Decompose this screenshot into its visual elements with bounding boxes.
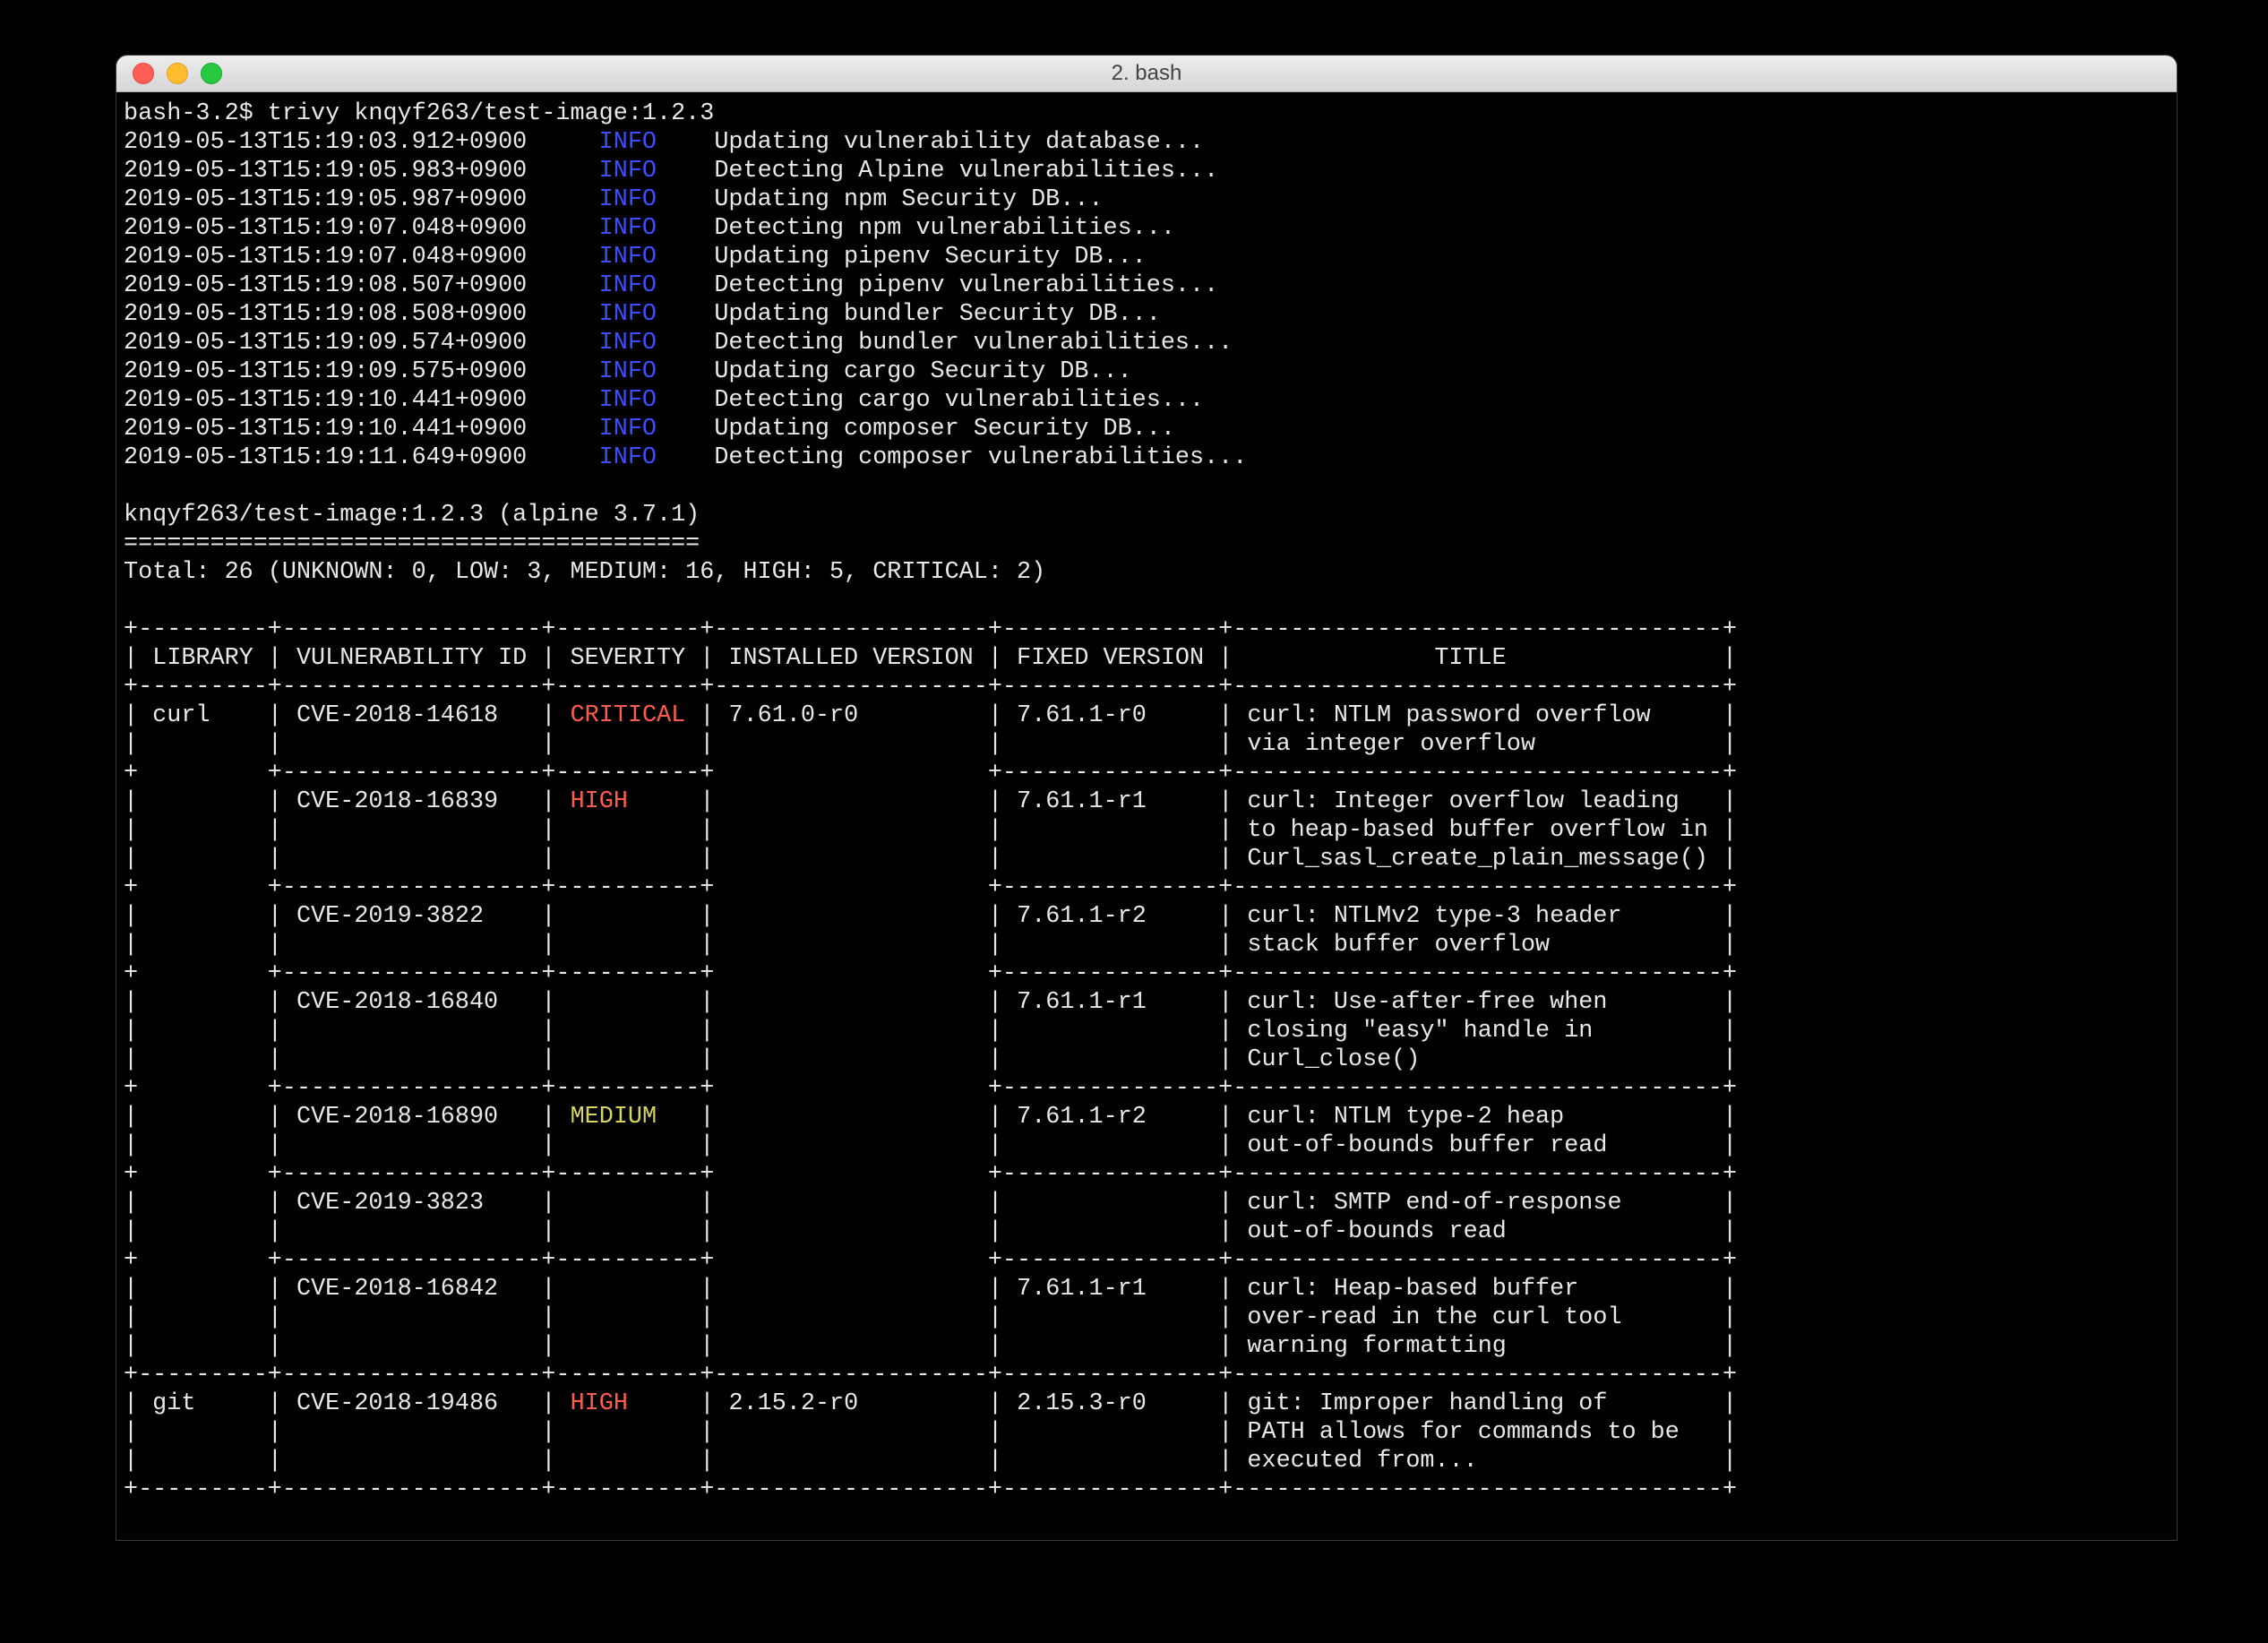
window-title: 2. bash [116,61,2177,86]
terminal-output[interactable]: bash-3.2$ trivy knqyf263/test-image:1.2.… [116,92,2177,1540]
titlebar: 2. bash [116,56,2177,92]
terminal-window: 2. bash bash-3.2$ trivy knqyf263/test-im… [116,56,2177,1540]
